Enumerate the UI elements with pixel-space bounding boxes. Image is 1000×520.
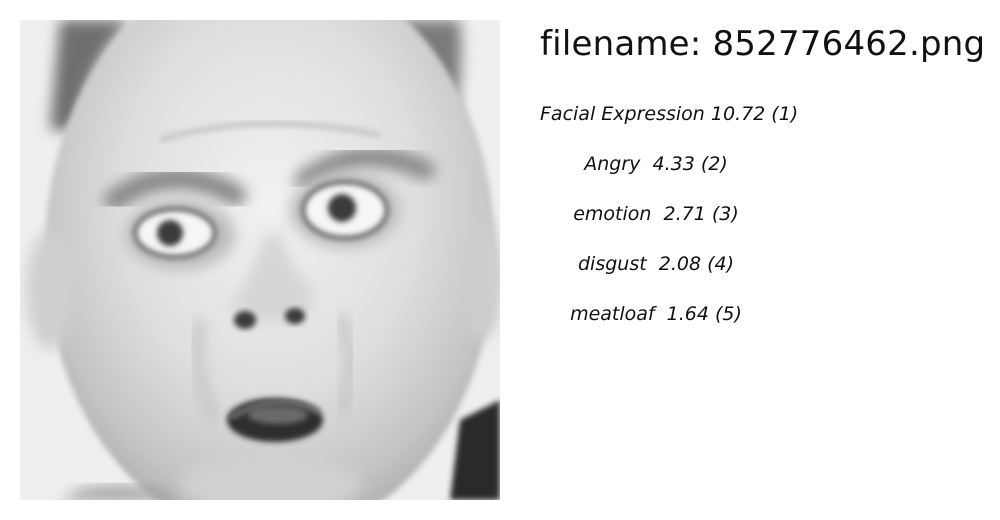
face-photo: [20, 20, 500, 500]
face-illustration: [20, 20, 500, 500]
prediction-4: disgust 2.08 (4): [577, 253, 735, 275]
filename-title: filename: 852776462.png: [540, 24, 986, 64]
prediction-3: emotion 2.71 (3): [573, 203, 739, 225]
prediction-5: meatloaf 1.64 (5): [570, 303, 742, 325]
prediction-2: Angry 4.33 (2): [584, 153, 728, 175]
prediction-1: Facial Expression 10.72 (1): [540, 103, 799, 125]
